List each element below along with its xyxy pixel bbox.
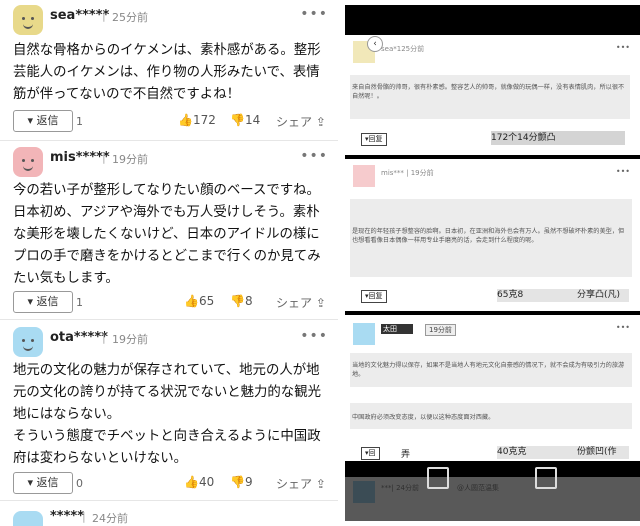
comment-body: 地元の文化の魅力が保存されていて、地元の人が地 元の文化の誇りが持てる状況でない…: [13, 363, 321, 466]
more-options-icon[interactable]: •••: [616, 167, 630, 176]
more-options-icon[interactable]: •••: [300, 6, 328, 22]
thumbs-up-icon: 👍: [178, 113, 193, 127]
thumbs-up-icon: 👍: [184, 294, 199, 308]
stats-bar: 172个14分颤凸: [491, 131, 625, 145]
comment-item-zh: 太田 19分前 ••• 当地的文化魅力得以保存，如果不是当地人有地元文化自豪感的…: [345, 315, 640, 465]
comment-time: 19分前: [112, 333, 148, 346]
comment-item-zh: ***| 24分前 @人圆范温集: [345, 477, 640, 521]
thumbs-down-icon: 👎: [230, 475, 245, 489]
stats-likes: 40克克: [497, 446, 577, 459]
comment-body: 中国政府必须改变态度，以便以这种态度面对西藏。: [352, 414, 495, 421]
reply-button[interactable]: ▾ 返信: [13, 110, 73, 132]
reply-button[interactable]: ▾回复: [361, 290, 387, 303]
reply-count: 1: [76, 115, 83, 128]
share-button[interactable]: シェア ⇪: [276, 113, 326, 130]
reply-tail: 弄: [401, 450, 411, 460]
thumbs-down-icon: 👎: [230, 113, 245, 127]
thumbs-up-icon: 👍: [184, 475, 199, 489]
dislike-count: 8: [244, 294, 253, 308]
avatar[interactable]: [13, 511, 43, 526]
comment-item-zh: sea*125分前 ••• 来自自然骨骼的帅哥，很有朴素感。整容艺人的帅哥，就像…: [345, 35, 640, 155]
comment-item: ota***** | 19分前 ••• 地元の文化の魅力が保存されていて、地元の…: [0, 320, 338, 501]
avatar[interactable]: [13, 327, 43, 357]
comment-item: ***** | 24分前: [0, 501, 338, 526]
share-icon: ⇪: [312, 296, 326, 310]
comment-username: sea*125分前: [381, 45, 425, 53]
avatar[interactable]: [13, 147, 43, 177]
share-label: シェア: [276, 477, 313, 491]
share-button[interactable]: シェア ⇪: [276, 475, 326, 492]
comment-username[interactable]: sea*****: [50, 8, 109, 23]
comment-body: 自然な骨格からのイケメンは、素朴感がある。整形 芸能人のイケメンは、作り物の人形…: [13, 43, 321, 102]
reply-label: 返信: [36, 476, 59, 489]
more-options-icon[interactable]: •••: [300, 148, 328, 164]
share-label: シェア: [276, 296, 313, 310]
comment-username[interactable]: *****: [50, 509, 84, 524]
reply-button[interactable]: ▾ 返信: [13, 291, 73, 313]
comment-username: ***| 24分前: [381, 484, 419, 492]
dislike-count: 14: [244, 113, 261, 127]
comment-body: 来自自然骨骼的帅哥，很有朴素感。整容艺人的帅哥，就像做的玩偶一样，没有表情肌肉，…: [352, 84, 625, 100]
translated-screenshot: sea*125分前 ••• 来自自然骨骼的帅哥，很有朴素感。整容艺人的帅哥，就像…: [345, 5, 640, 521]
reply-button[interactable]: ▾ 返信: [13, 472, 73, 494]
stats-likes: 65克8: [497, 289, 577, 302]
like-button[interactable]: 👍172: [178, 113, 216, 127]
share-label: シェア: [276, 115, 313, 129]
share-icon: ⇪: [312, 477, 326, 491]
comment-username: 太田: [381, 324, 413, 334]
avatar[interactable]: [13, 5, 43, 35]
comment-time: 19分前: [425, 324, 456, 336]
comment-username[interactable]: ota*****: [50, 330, 108, 345]
comment-time: 25分前: [112, 11, 148, 24]
dislike-button[interactable]: 👎14: [230, 113, 260, 127]
comment-time: 24分前: [92, 512, 128, 525]
comment-list-ja: sea***** | 25分前 ••• 自然な骨格からのイケメンは、素朴感がある…: [0, 0, 338, 526]
comment-username-2: @人圆范温集: [457, 484, 499, 492]
comment-body: 是现在的年轻孩子想整容的脸啊。日本初，在亚洲和海外也会有万人。虽然不想破坏朴素的…: [352, 228, 625, 244]
dislike-button[interactable]: 👎9: [230, 475, 253, 489]
comment-item: sea***** | 25分前 ••• 自然な骨格からのイケメンは、素朴感がある…: [0, 0, 338, 141]
back-icon[interactable]: ‹: [367, 36, 383, 52]
reply-count: 1: [76, 296, 83, 309]
reply-count: 0: [76, 477, 83, 490]
separator: |: [102, 9, 106, 22]
share-icon: ⇪: [312, 115, 326, 129]
dislike-button[interactable]: 👎8: [230, 294, 253, 308]
avatar: [353, 323, 375, 345]
stats-share: 份颤凹(作: [577, 446, 629, 459]
chevron-down-icon: ▾: [27, 114, 37, 127]
separator: |: [102, 151, 106, 164]
more-options-icon[interactable]: •••: [616, 323, 630, 332]
like-count: 65: [198, 294, 215, 308]
like-button[interactable]: 👍65: [184, 294, 214, 308]
reply-button[interactable]: ▾回复: [361, 133, 387, 146]
like-count: 40: [198, 475, 215, 489]
like-count: 172: [192, 113, 216, 127]
crop-icon[interactable]: [427, 467, 449, 489]
download-icon[interactable]: [535, 467, 557, 489]
reply-button[interactable]: ▾回: [361, 447, 380, 460]
dislike-count: 9: [244, 475, 253, 489]
stats-share: 分享凸(凡): [577, 289, 629, 302]
comment-username: mis*** | 19分前: [381, 169, 434, 177]
more-options-icon[interactable]: •••: [616, 43, 630, 52]
separator: |: [102, 331, 106, 344]
chevron-down-icon: ▾: [27, 476, 37, 489]
chevron-down-icon: ▾: [27, 295, 37, 308]
more-options-icon[interactable]: •••: [300, 328, 328, 344]
share-button[interactable]: シェア ⇪: [276, 294, 326, 311]
comment-body: 当地的文化魅力得以保存，如果不是当地人有地元文化自豪感的情况下，就不会成为有吸引…: [352, 362, 625, 378]
avatar: [353, 481, 375, 503]
comment-item: mis***** | 19分前 ••• 今の若い子が整形してなりたい顔のベースで…: [0, 141, 338, 320]
comment-body: 今の若い子が整形してなりたい顔のベースですね。 日本初め、アジアや海外でも万人受…: [13, 183, 321, 286]
comment-item-zh: mis*** | 19分前 ••• 是现在的年轻孩子想整容的脸啊。日本初，在亚洲…: [345, 159, 640, 311]
avatar: [353, 165, 375, 187]
thumbs-down-icon: 👎: [230, 294, 245, 308]
comment-time: 19分前: [112, 153, 148, 166]
reply-label: 返信: [36, 114, 59, 127]
comment-username[interactable]: mis*****: [50, 150, 110, 165]
reply-label: 返信: [36, 295, 59, 308]
like-button[interactable]: 👍40: [184, 475, 214, 489]
separator: |: [82, 510, 86, 523]
